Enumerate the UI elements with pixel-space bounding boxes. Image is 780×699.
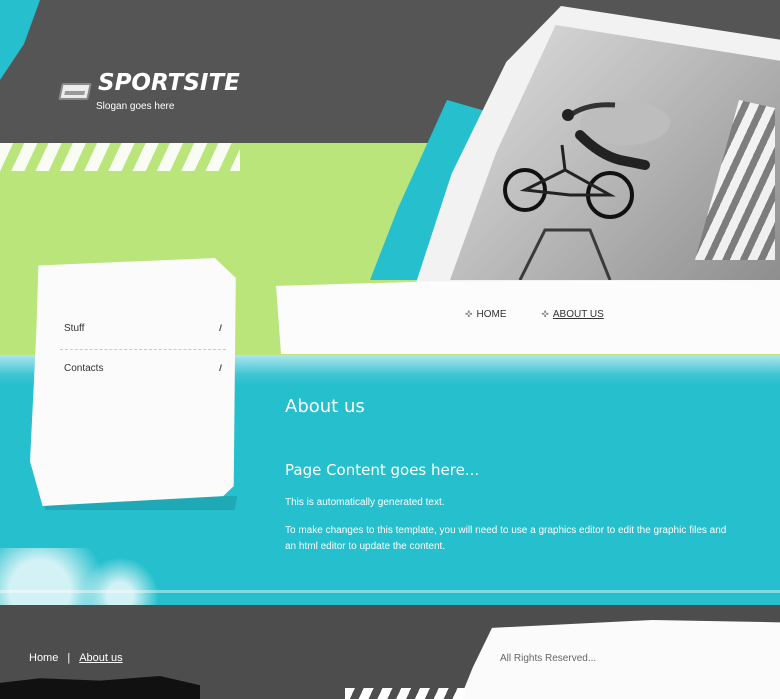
main-nav: ✜ HOME ✜ ABOUT US [465,309,636,320]
sidebar-item-contacts[interactable]: Contacts // [60,349,226,385]
decorative-stripes [0,143,240,171]
crosshair-icon: ✜ [541,309,549,319]
sidebar-item-label: Stuff [64,323,85,334]
content-heading: Page Content goes here... [285,461,480,479]
nav-item-home[interactable]: ✜ HOME [465,309,507,320]
footer-link-about-us[interactable]: About us [79,652,122,664]
decorative-stripes [345,688,465,699]
page-title: About us [285,396,365,417]
crosshair-icon: ✜ [465,309,473,319]
content-paragraph: This is automatically generated text. [285,497,445,508]
arrow-icon: // [218,323,222,333]
decorative-splatter [0,548,200,608]
nav-item-label: HOME [476,309,507,320]
nav-item-about-us[interactable]: ✜ ABOUT US [541,309,603,320]
main-content: About us Page Content goes here... This … [285,396,735,567]
copyright-text: All Rights Reserved... [500,653,597,664]
footer-separator: | [67,652,71,664]
page: SPORTSITE Slogan goes here Stuff // Cont… [0,0,780,699]
footer-link-home[interactable]: Home [29,652,58,664]
content-paragraph: To make changes to this template, you wi… [285,525,727,552]
sidebar-menu: Stuff // Contacts // [60,314,226,385]
arrow-icon: // [218,363,222,373]
logo-icon [58,83,92,100]
nav-item-label: ABOUT US [552,309,604,320]
sidebar-item-stuff[interactable]: Stuff // [60,314,226,345]
footer-nav: Home | About us [29,652,123,664]
site-title[interactable]: SPORTSITE [98,70,240,96]
site-slogan: Slogan goes here [96,101,175,112]
sidebar-item-label: Contacts [64,363,104,374]
